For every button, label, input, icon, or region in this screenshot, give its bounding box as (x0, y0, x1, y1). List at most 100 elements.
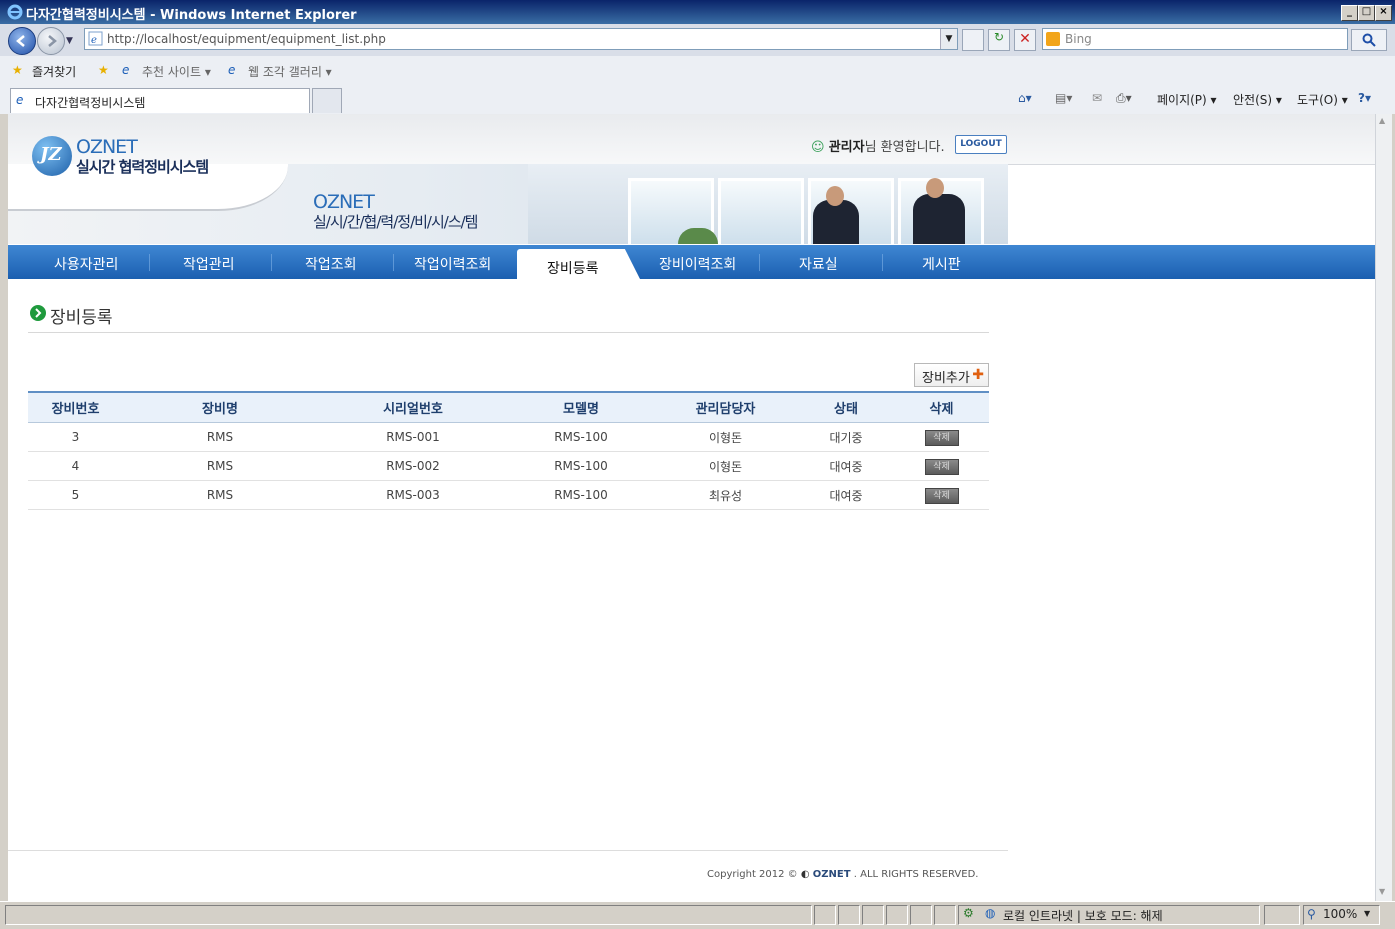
cell-equipment-no: 3 (28, 422, 123, 452)
title-divider (28, 332, 989, 333)
col-header-equipment-name: 장비명 (123, 391, 317, 423)
menu-item-task-history[interactable]: 작업이력조회 (414, 254, 491, 274)
address-dropdown-icon[interactable]: ▼ (940, 29, 957, 49)
feeds-icon[interactable]: ▤▾ (1055, 91, 1072, 105)
address-bar[interactable]: e http://localhost/equipment/equipment_l… (84, 28, 958, 50)
menu-item-task-search[interactable]: 작업조회 (305, 254, 357, 274)
tools-menu[interactable]: 도구(O) ▾ (1297, 91, 1348, 108)
oznet-logo-icon[interactable]: JZ (32, 136, 72, 176)
table-row: 4 RMS RMS-002 RMS-100 이형돈 대여중 삭제 (28, 451, 989, 481)
address-url[interactable]: http://localhost/equipment/equipment_lis… (107, 32, 386, 46)
cell-model-name: RMS-100 (509, 480, 653, 510)
search-placeholder: Bing (1065, 32, 1092, 46)
footer-divider (8, 850, 1008, 851)
close-window-button[interactable]: × (1375, 5, 1392, 21)
table-row: 3 RMS RMS-001 RMS-100 이형돈 대기중 삭제 (28, 422, 989, 452)
page-icon: e (88, 31, 103, 46)
history-dropdown-icon[interactable]: ▼ (66, 36, 73, 46)
tab-title: 다자간협력정비시스템 (35, 96, 146, 110)
menu-item-equipment-register-label: 장비등록 (547, 261, 599, 277)
status-text-panel (5, 905, 812, 925)
cell-status: 대기중 (798, 422, 894, 452)
vertical-scrollbar[interactable]: ▲ ▼ (1375, 114, 1392, 901)
col-header-serial-no: 시리얼번호 (317, 391, 509, 423)
logo-text[interactable]: OZNET (76, 136, 138, 158)
stop-icon[interactable]: ✕ (1014, 29, 1036, 51)
col-header-model-name: 모델명 (509, 391, 653, 423)
logout-button[interactable]: LOGOUT (955, 135, 1007, 154)
menu-item-archive[interactable]: 자료실 (799, 254, 838, 274)
add-favorites-icon[interactable]: ★ (98, 63, 109, 77)
footer-logo-icon: ◐ (800, 869, 810, 880)
cell-manager: 이형돈 (653, 451, 798, 481)
banner-subtitle: 실/시/간/협/력/정/비/시/스/템 (313, 213, 478, 231)
help-icon[interactable]: ?▾ (1358, 91, 1371, 105)
col-header-delete: 삭제 (894, 391, 989, 423)
address-toolbar: ▼ e http://localhost/equipment/equipment… (0, 24, 1395, 56)
cell-status: 대여중 (798, 480, 894, 510)
welcome-message: ☺ 관리자님 환영합니다. (811, 136, 945, 155)
menu-item-equipment-history[interactable]: 장비이력조회 (659, 254, 736, 274)
search-input[interactable]: Bing (1042, 28, 1348, 50)
svg-text:e: e (91, 35, 97, 46)
add-equipment-label: 장비추가 (922, 371, 970, 386)
zoom-magnifier-icon: ⚲ (1307, 907, 1316, 921)
home-icon[interactable]: ⌂▾ (1018, 91, 1032, 105)
suggested-sites-link[interactable]: 추천 사이트 ▾ (142, 63, 211, 80)
minimize-button[interactable]: _ (1341, 5, 1358, 21)
print-icon[interactable]: ⎙▾ (1116, 91, 1132, 106)
col-header-status: 상태 (798, 391, 894, 423)
add-equipment-button[interactable]: 장비추가 ✚ (914, 363, 989, 387)
refresh-icon[interactable]: ↻ (988, 29, 1010, 51)
scroll-down-icon[interactable]: ▼ (1379, 887, 1385, 896)
header-top-strip (8, 114, 1375, 165)
new-tab-button[interactable] (312, 88, 342, 113)
delete-button[interactable]: 삭제 (924, 458, 959, 475)
favorites-button[interactable]: 즐겨찾기 (32, 63, 76, 80)
menu-item-board[interactable]: 게시판 (922, 254, 961, 274)
compatibility-view-icon[interactable] (962, 29, 984, 51)
scroll-up-icon[interactable]: ▲ (1379, 116, 1385, 125)
forward-arrow-icon (48, 35, 57, 47)
mail-icon[interactable]: ✉ (1092, 91, 1102, 105)
status-bar: ⚙ ◍ 로컬 인트라넷 | 보호 모드: 해제 ⚲ 100% ▼ (0, 901, 1395, 929)
delete-button[interactable]: 삭제 (924, 487, 959, 504)
cell-equipment-name: RMS (123, 451, 317, 481)
banner-title: OZNET (313, 191, 375, 213)
safety-menu[interactable]: 안전(S) ▾ (1233, 91, 1282, 108)
ie-page-icon: e (228, 63, 236, 77)
back-arrow-icon (16, 35, 25, 47)
copyright-brand: OZNET (812, 869, 851, 880)
cell-equipment-no: 4 (28, 451, 123, 481)
security-lock-panel[interactable] (1264, 905, 1300, 925)
section-arrow-icon (30, 305, 46, 321)
table-row: 5 RMS RMS-003 RMS-100 최유성 대여중 삭제 (28, 480, 989, 510)
delete-button[interactable]: 삭제 (924, 429, 959, 446)
menu-item-task-management[interactable]: 작업관리 (183, 254, 235, 274)
menu-item-equipment-register[interactable]: 장비등록 (517, 249, 641, 281)
menu-item-user-management[interactable]: 사용자관리 (54, 254, 118, 274)
magnifier-icon (1362, 33, 1376, 47)
favorites-star-icon: ★ (12, 63, 23, 77)
web-slice-gallery-link[interactable]: 웹 조각 갤러리 ▾ (248, 63, 332, 80)
welcome-user: 관리자 (828, 140, 865, 155)
back-button[interactable] (8, 27, 36, 55)
cell-equipment-name: RMS (123, 422, 317, 452)
browser-tab-active[interactable]: e 다자간협력정비시스템 (10, 88, 310, 113)
main-menu: 사용자관리 작업관리 작업조회 작업이력조회 장비이력조회 자료실 게시판 (8, 245, 1375, 279)
page-title: 장비등록 (50, 308, 113, 328)
zoom-dropdown-icon[interactable]: ▼ (1364, 909, 1370, 918)
page-menu[interactable]: 페이지(P) ▾ (1157, 91, 1217, 108)
cell-delete: 삭제 (894, 480, 989, 510)
search-button[interactable] (1351, 29, 1387, 51)
cell-serial-no: RMS-002 (317, 451, 509, 481)
forward-button[interactable] (37, 27, 65, 55)
intranet-globe-icon: ◍ (985, 906, 996, 920)
zoom-level[interactable]: 100% (1323, 907, 1357, 921)
window-title: 다자간협력정비시스템 - Windows Internet Explorer (26, 8, 357, 23)
logo-subtitle[interactable]: 실시간 협력정비시스템 (76, 156, 209, 177)
cell-equipment-name: RMS (123, 480, 317, 510)
col-header-manager: 관리담당자 (653, 391, 798, 423)
maximize-button[interactable]: □ (1358, 5, 1375, 21)
cell-delete: 삭제 (894, 422, 989, 452)
